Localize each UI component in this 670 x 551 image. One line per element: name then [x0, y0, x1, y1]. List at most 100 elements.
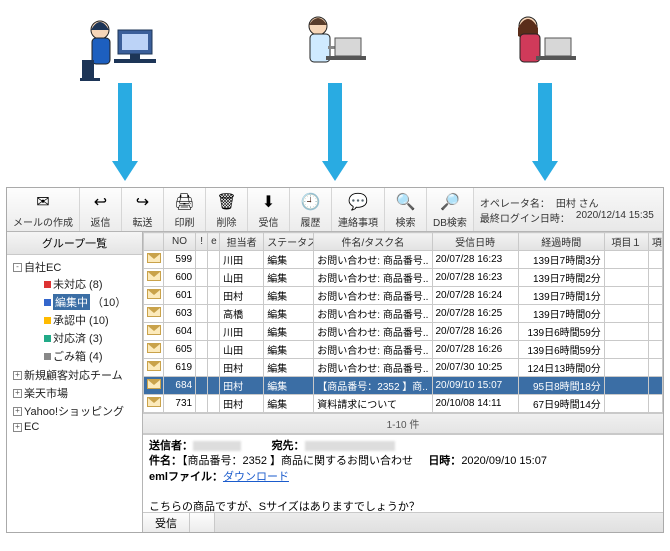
- col-header[interactable]: 項目１: [604, 233, 648, 251]
- tree-twisty[interactable]: +: [13, 407, 22, 416]
- last-login-label: 最終ログイン日時：: [480, 210, 570, 225]
- col-header[interactable]: NO: [164, 233, 196, 251]
- mail-new-button[interactable]: ✉メールの作成: [7, 188, 80, 231]
- table-row[interactable]: 603高橋編集お問い合わせ: 商品番号..20/07/28 16:25139日7…: [144, 305, 663, 323]
- tab-other[interactable]: [190, 513, 215, 532]
- forward-icon: ↪: [132, 191, 154, 213]
- col-header[interactable]: ステータス: [264, 233, 314, 251]
- toolbar-label: DB検索: [433, 214, 467, 229]
- cell-status: 編集: [264, 251, 314, 269]
- mail-icon: [147, 325, 161, 335]
- tree-label: 自社EC: [24, 259, 61, 275]
- tree-node[interactable]: +新規顧客対応チーム: [13, 367, 140, 383]
- tree-twisty[interactable]: -: [13, 263, 22, 272]
- mail-icon: [147, 289, 161, 299]
- tab-inbox[interactable]: 受信: [143, 513, 190, 532]
- cell-status: 編集: [264, 359, 314, 377]
- table-row[interactable]: 605山田編集お問い合わせ: 商品番号..20/07/28 16:26139日6…: [144, 341, 663, 359]
- group-tree[interactable]: -自社EC未対応 (8) 編集中（10） 承認中 (10) 対応済 (3) ごみ箱 (4…: [7, 255, 142, 532]
- arrow-3: [534, 83, 556, 183]
- tree-twisty[interactable]: +: [13, 389, 22, 398]
- col-header[interactable]: 経過時間: [518, 233, 604, 251]
- cell-subject: お問い合わせ: 商品番号..: [314, 323, 432, 341]
- cell-person: 田村: [220, 377, 264, 395]
- print-button[interactable]: 🖨印刷: [164, 188, 206, 231]
- tree-node[interactable]: 対応済 (3): [31, 330, 140, 346]
- eml-label: emlファイル：: [149, 471, 223, 483]
- subject-label: 件名：: [149, 455, 182, 467]
- notify-button[interactable]: 💬連絡事項: [332, 188, 385, 231]
- cell-subject: お問い合わせ: 商品番号..: [314, 341, 432, 359]
- tree-twisty[interactable]: +: [13, 423, 22, 432]
- mail-table[interactable]: NO!e担当者ステータス件名/タスク名受信日時経過時間項目１項599川田編集お問…: [143, 232, 663, 413]
- reply-button[interactable]: ↩返信: [80, 188, 122, 231]
- table-row[interactable]: 601田村編集お問い合わせ: 商品番号..20/07/28 16:24139日7…: [144, 287, 663, 305]
- cell-person: 田村: [220, 287, 264, 305]
- cell-person: 川田: [220, 251, 264, 269]
- tree-label: EC: [24, 421, 39, 433]
- cell-elapsed: 95日8時間18分: [518, 377, 604, 395]
- arrow-2: [324, 83, 346, 183]
- col-header[interactable]: 受信日時: [432, 233, 518, 251]
- toolbar-label: 受信: [259, 214, 279, 229]
- toolbar-label: 連絡事項: [338, 214, 378, 229]
- col-header[interactable]: 担当者: [220, 233, 264, 251]
- tree-node[interactable]: +EC: [13, 421, 140, 433]
- tree-node[interactable]: +楽天市場: [13, 385, 140, 401]
- delete-button[interactable]: 🗑削除: [206, 188, 248, 231]
- tree-node[interactable]: 承認中 (10): [31, 312, 140, 328]
- forward-button[interactable]: ↪転送: [122, 188, 164, 231]
- operator-info: オペレータ名：田村 さん 最終ログイン日時：2020/12/14 15:35: [474, 188, 663, 231]
- print-icon: 🖨: [174, 191, 196, 213]
- tree-label: Yahoo!ショッピング: [24, 403, 124, 419]
- cell-status: 編集: [264, 287, 314, 305]
- table-row[interactable]: 684田村編集【商品番号：2352 】商..20/09/10 15:0795日8…: [144, 377, 663, 395]
- col-header[interactable]: [144, 233, 164, 251]
- cell-person: 川田: [220, 323, 264, 341]
- history-button[interactable]: 🕘履歴: [290, 188, 332, 231]
- bottom-tabs: 受信: [143, 512, 663, 532]
- db-search-button[interactable]: 🔎DB検索: [427, 188, 474, 231]
- tree-node[interactable]: 未対応 (8): [31, 276, 140, 292]
- col-header[interactable]: !: [196, 233, 208, 251]
- col-header[interactable]: e: [208, 233, 220, 251]
- tree-node[interactable]: -自社EC: [13, 259, 140, 275]
- toolbar-label: 検索: [396, 214, 416, 229]
- cell-no: 601: [164, 287, 196, 305]
- to-value: [305, 441, 395, 451]
- operator-name: 田村 さん: [556, 195, 599, 210]
- notify-icon: 💬: [347, 191, 369, 213]
- cell-recv: 20/07/30 10:25: [432, 359, 518, 377]
- table-row[interactable]: 731田村編集資料請求について20/10/08 14:1167日9時間14分: [144, 395, 663, 413]
- cell-elapsed: 139日6時間59分: [518, 341, 604, 359]
- cell-subject: お問い合わせ: 商品番号..: [314, 359, 432, 377]
- tree-label: 承認中 (10): [53, 312, 109, 328]
- cell-recv: 20/07/28 16:26: [432, 323, 518, 341]
- cell-no: 599: [164, 251, 196, 269]
- receive-button[interactable]: ⬇受信: [248, 188, 290, 231]
- mail-icon: [147, 379, 161, 389]
- col-header[interactable]: 件名/タスク名: [314, 233, 432, 251]
- operator-label: オペレータ名：: [480, 195, 550, 210]
- search-button[interactable]: 🔍検索: [385, 188, 427, 231]
- table-row[interactable]: 599川田編集お問い合わせ: 商品番号..20/07/28 16:23139日7…: [144, 251, 663, 269]
- tree-node[interactable]: 編集中（10）: [31, 294, 140, 310]
- arrow-1: [114, 83, 136, 183]
- table-row[interactable]: 619田村編集お問い合わせ: 商品番号..20/07/30 10:25124日1…: [144, 359, 663, 377]
- cell-recv: 20/09/10 15:07: [432, 377, 518, 395]
- table-row[interactable]: 604川田編集お問い合わせ: 商品番号..20/07/28 16:26139日6…: [144, 323, 663, 341]
- tree-node[interactable]: ごみ箱 (4): [31, 348, 140, 364]
- reply-icon: ↩: [90, 191, 112, 213]
- cell-recv: 20/07/28 16:25: [432, 305, 518, 323]
- cell-subject: お問い合わせ: 商品番号..: [314, 269, 432, 287]
- mail-icon: [147, 253, 161, 263]
- mail-icon: [147, 343, 161, 353]
- tree-twisty[interactable]: +: [13, 371, 22, 380]
- eml-download-link[interactable]: ダウンロード: [223, 471, 289, 483]
- person-2: [280, 8, 390, 83]
- mail-new-icon: ✉: [32, 191, 54, 213]
- tree-node[interactable]: +Yahoo!ショッピング: [13, 403, 140, 419]
- col-header[interactable]: 項: [648, 233, 662, 251]
- status-square-icon: [44, 299, 51, 306]
- table-row[interactable]: 600山田編集お問い合わせ: 商品番号..20/07/28 16:23139日7…: [144, 269, 663, 287]
